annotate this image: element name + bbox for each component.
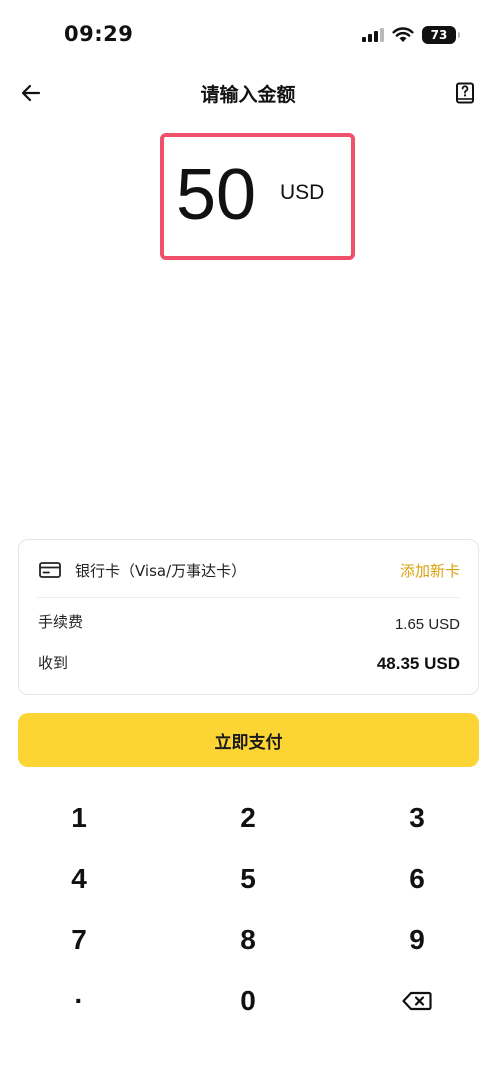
key-9[interactable]: 9	[357, 912, 477, 968]
battery-icon: 73	[422, 26, 460, 44]
key-1[interactable]: 1	[19, 790, 139, 846]
backspace-button[interactable]	[357, 973, 477, 1029]
receive-label: 收到	[38, 654, 69, 672]
receive-value: 48.35 USD	[376, 654, 460, 673]
key-3[interactable]: 3	[357, 790, 477, 846]
backspace-icon	[402, 991, 432, 1011]
help-button[interactable]	[450, 78, 480, 108]
status-time: 09:29	[64, 22, 134, 46]
key-6[interactable]: 6	[357, 851, 477, 907]
amount-currency: USD	[280, 181, 325, 204]
fee-label: 手续费	[38, 613, 84, 631]
header: 请输入金额	[0, 70, 496, 116]
amount-value: 50	[176, 155, 257, 235]
bank-card-icon	[39, 562, 61, 578]
payment-method-row[interactable]: 银行卡（Visa/万事达卡） 添加新卡	[19, 540, 478, 598]
help-book-icon	[456, 82, 474, 104]
payment-method-label: 银行卡（Visa/万事达卡）	[75, 562, 247, 580]
payment-details-card: 银行卡（Visa/万事达卡） 添加新卡 手续费 1.65 USD 收到 48.3…	[18, 539, 479, 695]
key-4[interactable]: 4	[19, 851, 139, 907]
signal-icon	[362, 28, 384, 42]
key-5[interactable]: 5	[188, 851, 308, 907]
key-2[interactable]: 2	[188, 790, 308, 846]
pay-now-button[interactable]: 立即支付	[18, 713, 479, 767]
divider	[37, 597, 460, 598]
add-new-card-link[interactable]: 添加新卡	[400, 560, 460, 581]
wifi-icon	[392, 27, 414, 42]
page-title: 请输入金额	[200, 84, 296, 106]
key-8[interactable]: 8	[188, 912, 308, 968]
battery-level: 73	[430, 28, 448, 42]
status-bar: 09:29 73	[0, 0, 496, 70]
key-0[interactable]: 0	[188, 973, 308, 1029]
key-decimal-point[interactable]: ·	[19, 973, 139, 1029]
amount-display: 50 USD	[160, 133, 355, 260]
fee-value: 1.65 USD	[394, 616, 460, 633]
status-icons: 73	[362, 24, 460, 46]
key-7[interactable]: 7	[19, 912, 139, 968]
